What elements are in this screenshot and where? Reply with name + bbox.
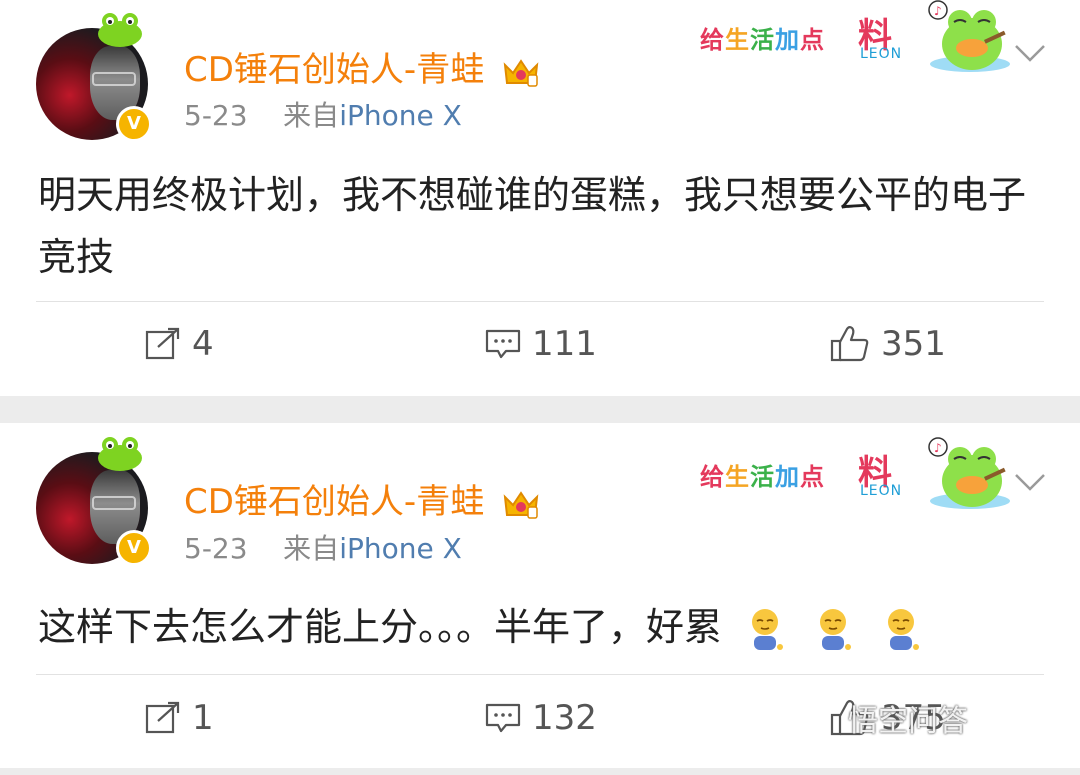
frog-pendant-icon bbox=[98, 437, 142, 471]
repost-icon bbox=[145, 327, 180, 360]
watermark: 悟空问答 bbox=[848, 704, 968, 739]
post-meta: 5-23 来自iPhone X bbox=[184, 94, 462, 134]
card-decoration[interactable]: 给生活加点 料 LEON ♪ bbox=[700, 0, 1010, 80]
frog-guitar-icon: ♪ bbox=[928, 0, 1010, 72]
repost-button[interactable]: 4 bbox=[144, 324, 214, 364]
post-time: 5-23 bbox=[184, 532, 248, 565]
avatar-glasses bbox=[92, 496, 136, 510]
crown-icon[interactable] bbox=[501, 487, 541, 521]
repost-icon bbox=[145, 701, 180, 734]
frog-guitar-icon: ♪ bbox=[928, 437, 1010, 509]
comment-button[interactable]: 111 bbox=[484, 324, 597, 364]
repost-count: 4 bbox=[192, 324, 214, 364]
decoration-slogan: 给生活加点 bbox=[700, 463, 825, 491]
divider bbox=[36, 674, 1044, 675]
author-name[interactable]: CD锤石创始人-青蛙 bbox=[184, 474, 541, 523]
post-time: 5-23 bbox=[184, 99, 248, 132]
author-name[interactable]: CD锤石创始人-青蛙 bbox=[184, 42, 541, 91]
like-count: 351 bbox=[881, 324, 946, 364]
card-decoration[interactable]: 给生活加点 料 LEON ♪ bbox=[700, 437, 1010, 517]
weibo-feed: V CD锤石创始人-青蛙 5-23 来自iPhone X 给生活加点 料 LEO… bbox=[0, 0, 1080, 775]
comment-button[interactable]: 132 bbox=[484, 698, 597, 738]
comment-icon bbox=[485, 329, 521, 359]
post-meta: 5-23 来自iPhone X bbox=[184, 527, 462, 567]
chevron-down-icon[interactable] bbox=[1010, 467, 1050, 497]
source-prefix: 来自 bbox=[283, 532, 340, 565]
post-card: V CD锤石创始人-青蛙 5-23 来自iPhone X 给生活加点 料 LEO… bbox=[0, 0, 1080, 396]
avatar-container[interactable]: V bbox=[36, 437, 154, 566]
decoration-brand: LEON bbox=[860, 46, 903, 62]
divider bbox=[36, 301, 1044, 302]
author-name-text[interactable]: CD锤石创始人-青蛙 bbox=[184, 50, 484, 90]
author-name-text[interactable]: CD锤石创始人-青蛙 bbox=[184, 482, 484, 522]
frog-pendant-icon bbox=[98, 13, 142, 47]
verified-badge-icon: V bbox=[116, 530, 152, 566]
post-body[interactable]: 明天用终极计划，我不想碰谁的蛋糕，我只想要公平的电子竞技 bbox=[38, 164, 1048, 288]
crown-icon[interactable] bbox=[501, 55, 541, 89]
thumbs-up-icon bbox=[830, 326, 869, 362]
comment-count: 111 bbox=[532, 324, 597, 364]
post-body[interactable]: 这样下去怎么才能上分。。。半年了，好累 bbox=[38, 596, 1048, 658]
sleepy-emoji-icon bbox=[888, 608, 920, 650]
comment-count: 132 bbox=[532, 698, 597, 738]
repost-count: 1 bbox=[192, 698, 214, 738]
chevron-down-icon[interactable] bbox=[1010, 38, 1050, 68]
sleepy-emoji-icon bbox=[820, 608, 852, 650]
decoration-brand: LEON bbox=[860, 483, 903, 499]
like-button[interactable]: 351 bbox=[829, 324, 946, 364]
svg-text:♪: ♪ bbox=[934, 441, 942, 455]
sleepy-emoji-icon bbox=[752, 608, 784, 650]
post-source-link[interactable]: iPhone X bbox=[339, 99, 462, 132]
svg-text:♪: ♪ bbox=[934, 4, 942, 18]
verified-badge-icon: V bbox=[116, 106, 152, 142]
avatar-glasses bbox=[92, 72, 136, 86]
source-prefix: 来自 bbox=[283, 99, 340, 132]
post-source-link[interactable]: iPhone X bbox=[339, 532, 462, 565]
decoration-slogan: 给生活加点 bbox=[700, 26, 825, 54]
comment-icon bbox=[485, 703, 521, 733]
post-body-text: 这样下去怎么才能上分。。。半年了，好累 bbox=[38, 605, 723, 649]
repost-button[interactable]: 1 bbox=[144, 698, 214, 738]
avatar-container[interactable]: V bbox=[36, 13, 154, 142]
